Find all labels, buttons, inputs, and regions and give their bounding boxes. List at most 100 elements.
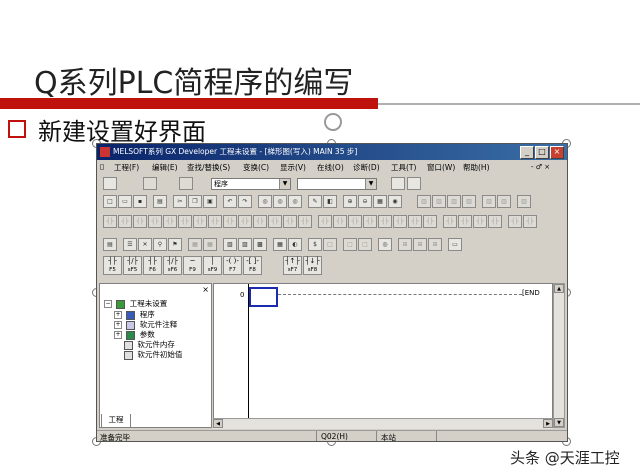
toolbar-icon[interactable]: ┤├ [393, 215, 407, 228]
close-button[interactable]: × [550, 146, 564, 159]
toolbar-icon[interactable]: ┤├ [208, 215, 222, 228]
toolbar-icon[interactable]: ┤├ [298, 215, 312, 228]
toolbar-icon[interactable]: ▥ [447, 195, 461, 208]
toolbar-icon[interactable]: ▥ [462, 195, 476, 208]
toolbar-icon[interactable]: ✕ [138, 238, 152, 251]
search-icon[interactable]: ◎ [378, 238, 392, 251]
close-icon[interactable]: × [202, 285, 209, 294]
toolbar-icon[interactable]: ⊞ [398, 238, 412, 251]
menu-edit[interactable]: 编辑(E) [152, 162, 178, 173]
mdi-controls[interactable]: - ♂ × [531, 163, 550, 171]
menu-window[interactable]: 窗口(W) [427, 162, 455, 173]
save-icon[interactable]: ▪ [133, 195, 147, 208]
toolbar-icon[interactable]: ▩ [253, 238, 267, 251]
edit-cursor[interactable] [249, 287, 278, 307]
toolbar-icon[interactable]: ☰ [123, 238, 137, 251]
toolbar-icon[interactable]: ┤├ [178, 215, 192, 228]
toolbar-icon[interactable]: ┤├ [238, 215, 252, 228]
copy-icon[interactable]: ❐ [188, 195, 202, 208]
toolbar-icon[interactable]: ✎ [308, 195, 322, 208]
maximize-button[interactable]: □ [535, 146, 549, 159]
search-icon[interactable]: ◎ [288, 195, 302, 208]
toolbar-icon[interactable]: ┤├ [333, 215, 347, 228]
toolbar-icon[interactable]: ▨ [238, 238, 252, 251]
toolbar-icon[interactable]: ┤├ [458, 215, 472, 228]
toolbar-icon[interactable]: □ [343, 238, 357, 251]
toolbar-icon[interactable]: ┤├ [193, 215, 207, 228]
collapse-icon[interactable]: − [104, 300, 112, 308]
toolbar-icon[interactable]: ┤├ [378, 215, 392, 228]
tree-root[interactable]: − 工程未设置 [104, 298, 167, 309]
menu-help[interactable]: 帮助(H) [463, 162, 490, 173]
toolbar-icon[interactable]: ◧ [323, 195, 337, 208]
toolbar-icon[interactable]: ┤├ [508, 215, 522, 228]
toolbar-icon[interactable]: ⊞ [428, 238, 442, 251]
menu-diagnostics[interactable]: 诊断(D) [353, 162, 380, 173]
menu-online[interactable]: 在线(O) [317, 162, 344, 173]
toolbar-icon[interactable]: ┤├ [473, 215, 487, 228]
toolbar-icon[interactable]: ▦ [188, 238, 202, 251]
scroll-up-icon[interactable]: ▲ [554, 284, 564, 293]
paste-icon[interactable]: ▣ [203, 195, 217, 208]
toolbar-icon[interactable] [143, 177, 157, 190]
scroll-left-icon[interactable]: ◀ [213, 419, 223, 428]
ladder-btn[interactable]: │ sF9 [203, 256, 222, 275]
toolbar-icon[interactable]: ▥ [517, 195, 531, 208]
program-combo[interactable]: 程序 ▼ [211, 178, 291, 190]
menu-project[interactable]: 工程(F) [114, 162, 139, 173]
toolbar-icon[interactable]: ┤├ [283, 215, 297, 228]
blank-icon[interactable] [103, 177, 117, 190]
open-icon[interactable]: ▭ [118, 195, 132, 208]
toolbar-icon[interactable]: ◐ [288, 238, 302, 251]
toolbar-icon[interactable]: ┤├ [363, 215, 377, 228]
tree-item-device-init[interactable]: 软元件初始值 [124, 349, 182, 360]
toolbar-icon[interactable]: ┤├ [488, 215, 502, 228]
toolbar-icon[interactable]: ▥ [497, 195, 511, 208]
cut-icon[interactable]: ✂ [173, 195, 187, 208]
toolbar-icon[interactable]: ▥ [482, 195, 496, 208]
toolbar-icon[interactable]: ⚑ [168, 238, 182, 251]
toolbar-icon[interactable]: ┤├ [253, 215, 267, 228]
toolbar-icon[interactable]: ⊞ [413, 238, 427, 251]
print-icon[interactable]: ▤ [153, 195, 167, 208]
toolbar-icon[interactable]: ┤├ [163, 215, 177, 228]
zoom-icon[interactable]: ⊖ [358, 195, 372, 208]
toolbar-icon[interactable]: ┤├ [148, 215, 162, 228]
toolbar-icon[interactable]: ┤├ [133, 215, 147, 228]
toolbar-icon[interactable]: ┤├ [223, 215, 237, 228]
ladder-btn[interactable]: ┤├ F5 [103, 256, 122, 275]
vertical-scrollbar[interactable]: ▲ ▼ [553, 283, 565, 428]
toolbar-icon[interactable]: ▦ [203, 238, 217, 251]
toolbar-icon[interactable]: ▦ [273, 238, 287, 251]
toolbar-icon[interactable] [407, 177, 421, 190]
ladder-btn[interactable]: ┤↓├ sF8 [303, 256, 322, 275]
toolbar-icon[interactable]: ┤├ [523, 215, 537, 228]
expand-icon[interactable]: + [114, 311, 122, 319]
ladder-btn[interactable]: ┤↑├ sF7 [283, 256, 302, 275]
scroll-down-icon[interactable]: ▼ [554, 418, 564, 427]
expand-icon[interactable]: + [114, 331, 122, 339]
menu-view[interactable]: 显示(V) [280, 162, 306, 173]
minimize-button[interactable]: _ [520, 146, 534, 159]
toolbar-icon[interactable]: ┤├ [118, 215, 132, 228]
toolbar-icon[interactable]: ┤├ [268, 215, 282, 228]
search-icon[interactable]: ◎ [258, 195, 272, 208]
toolbar-icon[interactable]: ◉ [388, 195, 402, 208]
toolbar-icon[interactable]: ┤├ [423, 215, 437, 228]
undo-icon[interactable]: ↶ [223, 195, 237, 208]
ladder-btn[interactable]: ┤├ F6 [143, 256, 162, 275]
expand-icon[interactable]: + [114, 321, 122, 329]
toolbar-icon[interactable]: ▤ [103, 238, 117, 251]
ladder-btn[interactable]: -[ ]- F8 [243, 256, 262, 275]
scroll-right-icon[interactable]: ▶ [543, 419, 553, 428]
ladder-editor[interactable]: 0 [END [213, 283, 553, 428]
toolbar-icon[interactable]: ┤├ [103, 215, 117, 228]
toolbar-icon[interactable]: □ [323, 238, 337, 251]
toolbar-icon[interactable]: ▭ [448, 238, 462, 251]
toolbar-icon[interactable]: ▥ [432, 195, 446, 208]
toolbar-icon[interactable] [391, 177, 405, 190]
toolbar-icon[interactable]: ┤├ [318, 215, 332, 228]
ladder-btn[interactable]: ─ F9 [183, 256, 202, 275]
ladder-btn[interactable]: ┤/├ sF6 [163, 256, 182, 275]
toolbar-icon[interactable]: $ [308, 238, 322, 251]
